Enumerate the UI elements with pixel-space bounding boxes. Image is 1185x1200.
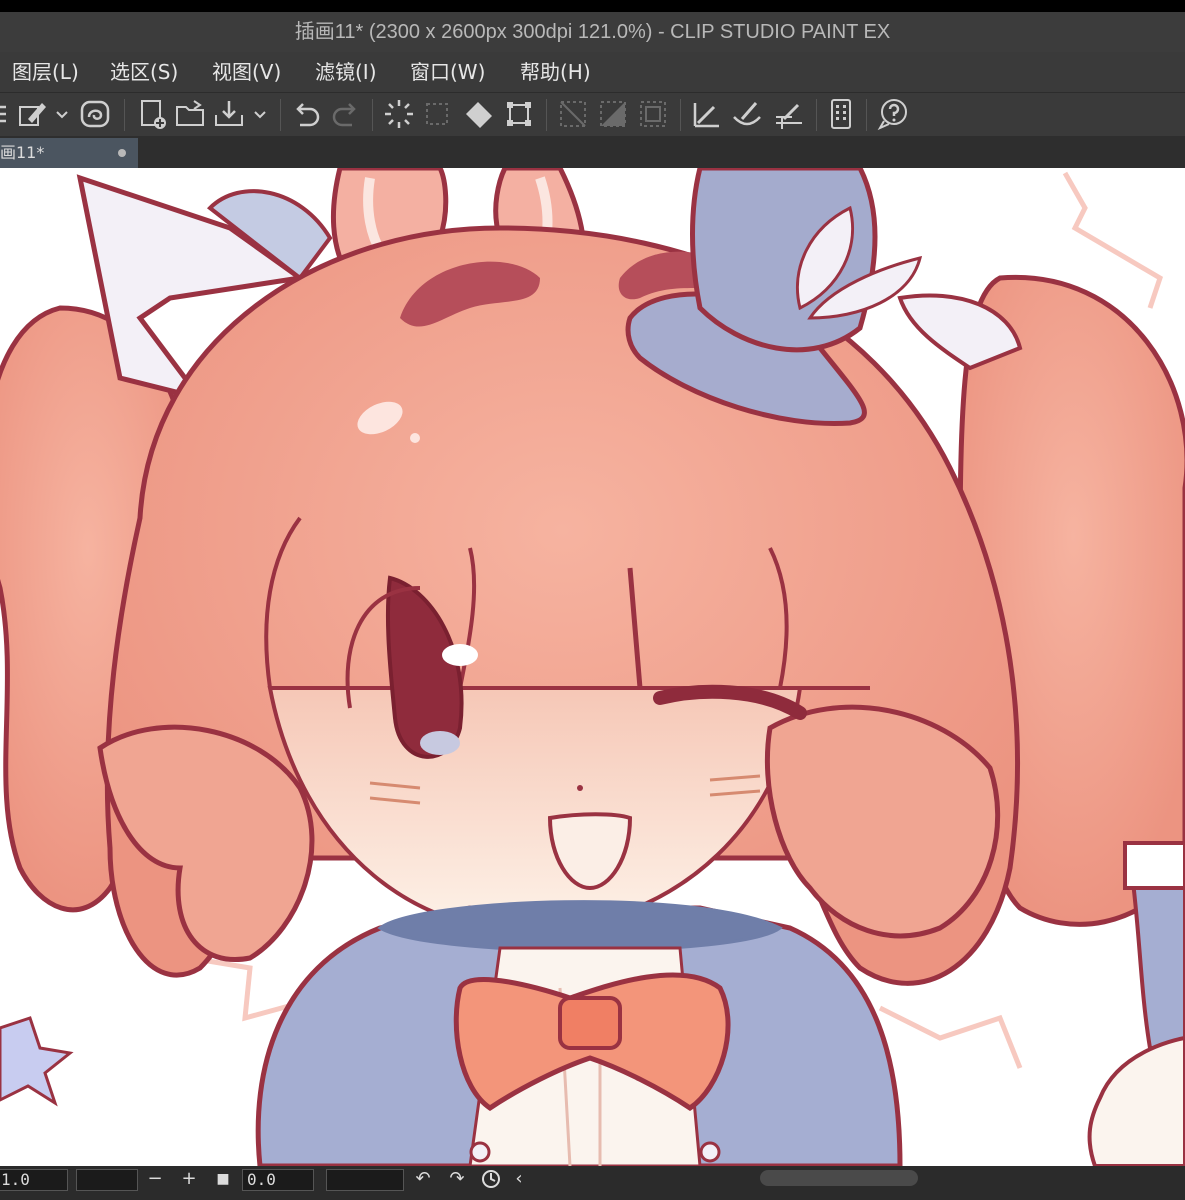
menu-bar: 图层(L) 选区(S) 视图(V) 滤镜(I) 窗口(W) 帮助(H): [0, 52, 1185, 92]
selection-border-icon[interactable]: [636, 97, 670, 131]
jacket-button: [699, 1141, 721, 1163]
select-all-icon[interactable]: [382, 97, 416, 131]
blank-field[interactable]: [76, 1169, 138, 1191]
brush-size-field[interactable]: 1.0: [0, 1169, 68, 1191]
jacket-button: [469, 1141, 491, 1163]
separator: [124, 99, 125, 131]
export-icon[interactable]: [212, 97, 246, 131]
menu-window[interactable]: 窗口(W): [410, 52, 485, 92]
grid-snap-icon[interactable]: [772, 97, 806, 131]
separator: [680, 99, 681, 131]
top-strip: [0, 0, 1185, 12]
tab-label: 画11*: [0, 143, 45, 162]
status-bar: 1.0 − + ■ 0.0 ↶ ↷ ‹: [0, 1166, 1185, 1200]
rotation-angle-field[interactable]: 0.0: [242, 1169, 314, 1191]
special-ruler-icon[interactable]: [730, 97, 764, 131]
window-title: 插画11* (2300 x 2600px 300dpi 121.0%) - CL…: [0, 12, 1185, 52]
menu-view[interactable]: 视图(V): [212, 52, 281, 92]
rotate-right-icon[interactable]: ↷: [446, 1168, 468, 1190]
bow-knot: [558, 996, 622, 1050]
separator: [816, 99, 817, 131]
drawing-canvas[interactable]: [0, 168, 1185, 1166]
command-bar: [0, 92, 1185, 137]
device-icon[interactable]: [824, 97, 858, 131]
artwork: [0, 168, 1185, 1166]
separator: [546, 99, 547, 131]
eye-highlight: [442, 644, 478, 666]
face: [267, 686, 803, 933]
invert-selection-icon[interactable]: [556, 97, 590, 131]
chevron-down-icon[interactable]: [52, 97, 72, 131]
fill-icon[interactable]: [462, 97, 496, 131]
separator: [866, 99, 867, 131]
pen-settings-icon[interactable]: [16, 97, 50, 131]
collapse-arrow-icon[interactable]: ‹: [508, 1168, 530, 1190]
ruler-snap-icon[interactable]: [690, 97, 724, 131]
open-folder-icon[interactable]: [174, 97, 208, 131]
blank-field[interactable]: [326, 1169, 404, 1191]
rotate-left-icon[interactable]: ↶: [412, 1168, 434, 1190]
glove: [1087, 1035, 1185, 1166]
canvas-tab-bar: 画11*: [0, 136, 1185, 168]
chevron-down-icon[interactable]: [250, 97, 270, 131]
horizontal-scrollbar[interactable]: [760, 1170, 918, 1186]
help-icon[interactable]: [876, 97, 910, 131]
sparkle-line: [878, 1005, 1023, 1069]
menu-help[interactable]: 帮助(H): [520, 52, 591, 92]
selection-area-icon[interactable]: [596, 97, 630, 131]
new-canvas-icon[interactable]: [136, 97, 170, 131]
redo-icon[interactable]: [328, 97, 362, 131]
transform-icon[interactable]: [502, 97, 536, 131]
tab-canvas[interactable]: 画11*: [0, 138, 138, 168]
undo-icon[interactable]: [290, 97, 324, 131]
stop-icon[interactable]: ■: [212, 1168, 234, 1190]
menu-filter[interactable]: 滤镜(I): [315, 52, 377, 92]
separator: [372, 99, 373, 131]
modified-dot-icon: [118, 149, 126, 157]
spiral-icon[interactable]: [78, 97, 112, 131]
hair-lock-right: [764, 704, 1001, 939]
zoom-in-button[interactable]: +: [178, 1168, 200, 1190]
separator: [280, 99, 281, 131]
star: [0, 1016, 74, 1107]
cuff: [1123, 841, 1185, 890]
menu-selection[interactable]: 选区(S): [110, 52, 178, 92]
zoom-out-button[interactable]: −: [144, 1168, 166, 1190]
reset-rotation-icon[interactable]: [480, 1168, 502, 1190]
menu-layer[interactable]: 图层(L): [12, 52, 79, 92]
deselect-icon[interactable]: [420, 97, 454, 131]
